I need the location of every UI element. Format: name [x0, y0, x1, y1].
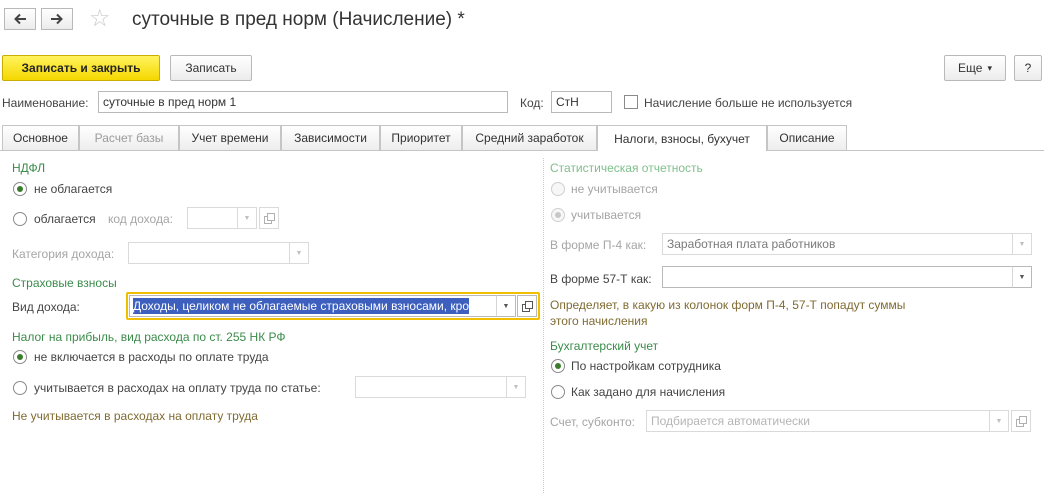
- profit-included-radio[interactable]: [13, 381, 27, 395]
- income-category-input[interactable]: [128, 242, 290, 264]
- insurance-section-title: Страховые взносы: [12, 276, 117, 290]
- tab-priority[interactable]: Приоритет: [380, 125, 462, 150]
- ndfl-not-taxed-radio[interactable]: [13, 182, 27, 196]
- income-type-value: Доходы, целиком не облагаемые страховыми…: [133, 298, 469, 314]
- tab-time-accounting[interactable]: Учет времени: [179, 125, 281, 150]
- profit-tax-note: Не учитывается в расходах на оплату труд…: [12, 409, 258, 423]
- income-type-open-button[interactable]: [517, 295, 537, 317]
- profit-article-dropdown[interactable]: ▼: [506, 376, 526, 398]
- income-code-label: код дохода:: [108, 212, 173, 226]
- stats-counted-radio[interactable]: [551, 208, 565, 222]
- open-form-icon: [264, 213, 275, 224]
- income-code-input[interactable]: [187, 207, 238, 229]
- code-label: Код:: [520, 96, 544, 110]
- accounting-by-employee-radio[interactable]: [551, 359, 565, 373]
- f57-select[interactable]: [662, 266, 1013, 288]
- tab-description[interactable]: Описание: [767, 125, 847, 150]
- f57-label: В форме 57-Т как:: [550, 272, 652, 286]
- page-title: суточные в пред норм (Начисление) *: [132, 9, 465, 30]
- stats-not-counted-radio[interactable]: [551, 182, 565, 196]
- account-subconto-label: Счет, субконто:: [550, 415, 635, 429]
- help-button[interactable]: ?: [1014, 55, 1042, 81]
- forward-button[interactable]: [41, 8, 73, 30]
- stats-section-title: Статистическая отчетность: [550, 161, 703, 175]
- save-button[interactable]: Записать: [170, 55, 252, 81]
- profit-not-included-label[interactable]: не включается в расходы по оплате труда: [34, 350, 269, 364]
- unused-checkbox-label[interactable]: Начисление больше не используется: [644, 96, 852, 110]
- star-icon[interactable]: ☆: [89, 6, 111, 32]
- chevron-down-icon: ▾: [987, 62, 992, 73]
- open-form-icon: [1016, 416, 1027, 427]
- profit-included-label[interactable]: учитывается в расходах на оплату труда п…: [34, 381, 321, 395]
- accounting-as-set-radio[interactable]: [551, 385, 565, 399]
- account-subconto-placeholder: Подбирается автоматически: [651, 414, 810, 428]
- profit-tax-section-title: Налог на прибыль, вид расхода по ст. 255…: [12, 330, 286, 344]
- stats-note-line2: этого начисления: [550, 314, 648, 328]
- income-type-input[interactable]: Доходы, целиком не облагаемые страховыми…: [129, 295, 497, 317]
- account-subconto-dropdown[interactable]: ▼: [989, 410, 1009, 432]
- arrow-left-icon: [14, 13, 26, 25]
- p4-dropdown[interactable]: ▼: [1012, 233, 1032, 255]
- accounting-section-title: Бухгалтерский учет: [550, 339, 659, 353]
- arrow-right-icon: [51, 13, 63, 25]
- accounting-by-employee-label[interactable]: По настройкам сотрудника: [571, 359, 721, 373]
- back-button[interactable]: [4, 8, 36, 30]
- account-subconto-open-button[interactable]: [1011, 410, 1031, 432]
- ndfl-taxed-radio[interactable]: [13, 212, 27, 226]
- ndfl-section-title: НДФЛ: [12, 161, 46, 175]
- p4-select[interactable]: Заработная плата работников: [662, 233, 1013, 255]
- name-input[interactable]: суточные в пред норм 1: [98, 91, 508, 113]
- stats-counted-label[interactable]: учитывается: [571, 208, 641, 222]
- income-category-label: Категория дохода:: [12, 247, 115, 261]
- income-type-dropdown[interactable]: ▼: [496, 295, 516, 317]
- p4-label: В форме П-4 как:: [550, 238, 647, 252]
- f57-dropdown[interactable]: ▼: [1012, 266, 1032, 288]
- profit-not-included-radio[interactable]: [13, 350, 27, 364]
- accounting-as-set-label[interactable]: Как задано для начисления: [571, 385, 725, 399]
- tab-average-earnings[interactable]: Средний заработок: [462, 125, 597, 150]
- tab-base-calc[interactable]: Расчет базы: [79, 125, 179, 150]
- account-subconto-input[interactable]: Подбирается автоматически: [646, 410, 990, 432]
- unused-checkbox[interactable]: [624, 95, 638, 109]
- more-button[interactable]: Еще ▾: [944, 55, 1006, 81]
- stats-note-line1: Определяет, в какую из колонок форм П-4,…: [550, 298, 906, 312]
- tab-dependencies[interactable]: Зависимости: [281, 125, 380, 150]
- code-input[interactable]: СтН: [551, 91, 612, 113]
- open-form-icon: [522, 301, 533, 312]
- ndfl-taxed-label[interactable]: облагается: [34, 212, 96, 226]
- income-category-dropdown[interactable]: ▼: [289, 242, 309, 264]
- tab-main[interactable]: Основное: [2, 125, 79, 150]
- tab-taxes-accounting[interactable]: Налоги, взносы, бухучет: [597, 125, 767, 151]
- stats-not-counted-label[interactable]: не учитывается: [571, 182, 658, 196]
- more-label: Еще: [958, 61, 983, 75]
- name-label: Наименование:: [2, 96, 89, 110]
- tab-panel: [0, 150, 1044, 495]
- profit-article-input[interactable]: [355, 376, 507, 398]
- income-type-label: Вид дохода:: [12, 300, 80, 314]
- save-and-close-button[interactable]: Записать и закрыть: [2, 55, 160, 81]
- ndfl-not-taxed-label[interactable]: не облагается: [34, 182, 112, 196]
- income-code-open-button[interactable]: [259, 207, 279, 229]
- income-code-dropdown[interactable]: ▼: [237, 207, 257, 229]
- column-divider: [543, 158, 544, 493]
